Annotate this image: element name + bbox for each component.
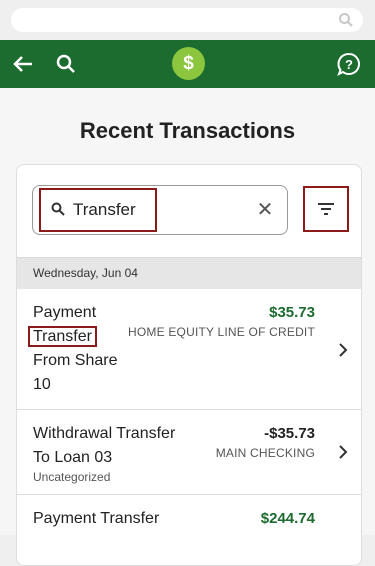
filter-button[interactable]: [303, 186, 349, 232]
chevron-right-icon: [339, 445, 348, 459]
app-header: $ ?: [0, 40, 375, 88]
description-line: Payment: [33, 304, 97, 321]
browser-bar: [0, 0, 375, 40]
clear-icon: ✕: [256, 199, 274, 221]
transaction-amount: $244.74: [260, 510, 315, 527]
search-icon: [339, 13, 353, 27]
search-icon: [51, 202, 65, 216]
search-box[interactable]: ✕: [32, 185, 288, 235]
header-search-button[interactable]: [52, 50, 80, 78]
description-line: 10: [33, 376, 51, 393]
transaction-amount: -$35.73: [264, 425, 315, 442]
back-button[interactable]: [10, 50, 38, 78]
date-group-header: Wednesday, Jun 04: [17, 257, 361, 290]
transaction-row[interactable]: Payment Transfer From Share 10 $35.73 HO…: [17, 289, 361, 410]
description-line: From Share: [33, 352, 118, 369]
transaction-category: Uncategorized: [33, 470, 111, 484]
help-chat-icon: ?: [337, 53, 360, 77]
transaction-row[interactable]: Payment Transfer $244.74: [17, 495, 361, 565]
transactions-card: ✕ Wednesday, Jun 04 Payment Transfer Fro…: [16, 164, 362, 566]
filter-icon: [318, 203, 334, 215]
date-header-label: Wednesday, Jun 04: [33, 266, 138, 280]
search-icon: [56, 54, 75, 73]
transaction-account: HOME EQUITY LINE OF CREDIT: [128, 325, 315, 339]
dollar-logo-icon[interactable]: $: [172, 47, 205, 80]
clear-search-button[interactable]: ✕: [253, 198, 277, 222]
transaction-description: Withdrawal Transfer To Loan 03: [33, 422, 175, 470]
description-line: Withdrawal Transfer: [33, 425, 176, 442]
transaction-description: Payment Transfer From Share 10: [28, 301, 118, 397]
page-content: Recent Transactions ✕ Wednesday, Jun 04: [0, 88, 375, 566]
description-line: Payment Transfer: [33, 510, 160, 527]
back-arrow-icon: [13, 56, 32, 72]
browser-url-field[interactable]: [11, 8, 363, 32]
highlighted-term: Transfer: [28, 326, 97, 347]
help-chat-button[interactable]: ?: [335, 50, 363, 78]
transaction-account: MAIN CHECKING: [215, 446, 315, 460]
description-line: To Loan 03: [33, 449, 113, 466]
search-input[interactable]: [73, 198, 233, 222]
transaction-row[interactable]: Withdrawal Transfer To Loan 03 Uncategor…: [17, 410, 361, 495]
chevron-right-icon: [339, 343, 348, 357]
transaction-amount: $35.73: [269, 304, 315, 321]
svg-text:?: ?: [345, 57, 353, 72]
transaction-description: Payment Transfer: [33, 507, 159, 531]
page-title: Recent Transactions: [79, 118, 296, 143]
